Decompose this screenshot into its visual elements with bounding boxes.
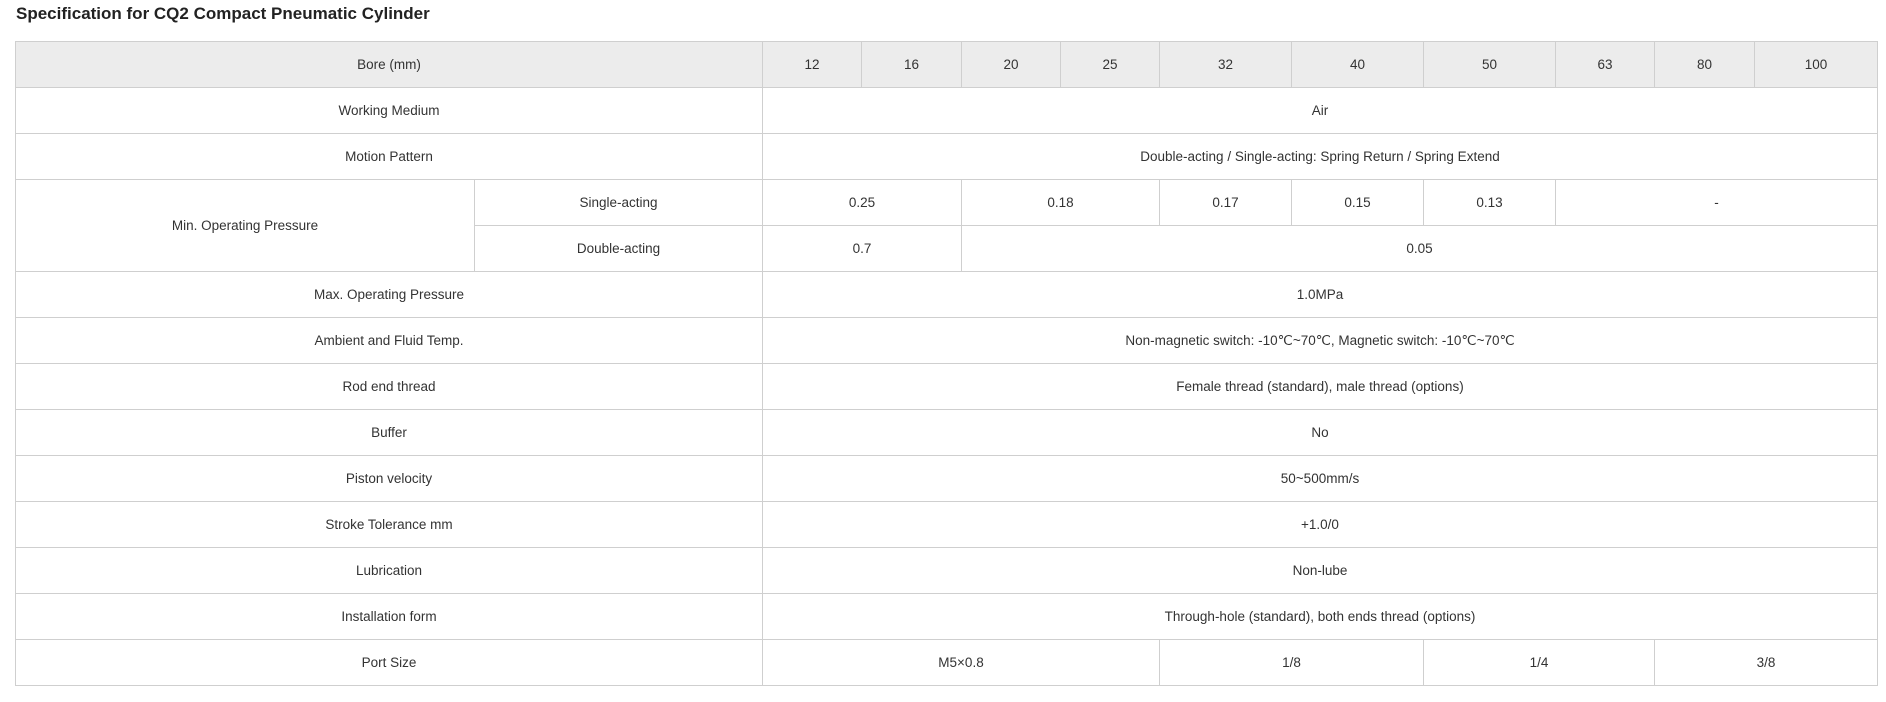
bore-cell: 100 [1754, 41, 1878, 88]
table-row: Port Size M5×0.8 1/8 1/4 3/8 [15, 639, 1878, 686]
row-value: 50~500mm/s [762, 455, 1878, 502]
row-sublabel: Single-acting [474, 179, 763, 226]
row-label: Piston velocity [15, 455, 763, 502]
port-size-value: 3/8 [1654, 639, 1878, 686]
row-label: Installation form [15, 593, 763, 640]
table-row: Ambient and Fluid Temp. Non-magnetic swi… [15, 317, 1878, 364]
row-label: Port Size [15, 639, 763, 686]
table-row: Max. Operating Pressure 1.0MPa [15, 271, 1878, 318]
table-row: Piston velocity 50~500mm/s [15, 455, 1878, 502]
row-value: 1.0MPa [762, 271, 1878, 318]
row-value: Air [762, 87, 1878, 134]
pressure-value: 0.17 [1159, 179, 1292, 226]
row-label: Lubrication [15, 547, 763, 594]
row-label: Motion Pattern [15, 133, 763, 180]
row-label: Buffer [15, 409, 763, 456]
pressure-value: - [1555, 179, 1878, 226]
spec-table: Bore (mm) 12 16 20 25 32 40 50 63 80 100… [15, 41, 1878, 686]
row-value: No [762, 409, 1878, 456]
row-label: Rod end thread [15, 363, 763, 410]
bore-cell: 20 [961, 41, 1061, 88]
port-size-value: M5×0.8 [762, 639, 1160, 686]
table-row: Rod end thread Female thread (standard),… [15, 363, 1878, 410]
table-row: Lubrication Non-lube [15, 547, 1878, 594]
bore-cell: 80 [1654, 41, 1755, 88]
bore-cell: 50 [1423, 41, 1556, 88]
table-row: Buffer No [15, 409, 1878, 456]
pressure-value: 0.7 [762, 225, 962, 272]
bore-cell: 40 [1291, 41, 1424, 88]
bore-cell: 16 [861, 41, 962, 88]
pressure-value: 0.13 [1423, 179, 1556, 226]
row-label: Stroke Tolerance mm [15, 501, 763, 548]
row-value: Double-acting / Single-acting: Spring Re… [762, 133, 1878, 180]
row-value: Through-hole (standard), both ends threa… [762, 593, 1878, 640]
row-value: Non-magnetic switch: -10℃~70℃, Magnetic … [762, 317, 1878, 364]
bore-cell: 12 [762, 41, 862, 88]
table-row: Motion Pattern Double-acting / Single-ac… [15, 133, 1878, 180]
pressure-value: 0.15 [1291, 179, 1424, 226]
page-title: Specification for CQ2 Compact Pneumatic … [16, 4, 430, 23]
row-value: Female thread (standard), male thread (o… [762, 363, 1878, 410]
table-row: Working Medium Air [15, 87, 1878, 134]
row-sublabel: Double-acting [474, 225, 763, 272]
table-row: Stroke Tolerance mm +1.0/0 [15, 501, 1878, 548]
row-label: Ambient and Fluid Temp. [15, 317, 763, 364]
bore-cell: 25 [1060, 41, 1160, 88]
bore-header-label: Bore (mm) [15, 41, 763, 88]
port-size-value: 1/4 [1423, 639, 1655, 686]
table-row: Installation form Through-hole (standard… [15, 593, 1878, 640]
table-row: Min. Operating Pressure Single-acting 0.… [15, 179, 1878, 272]
row-label: Working Medium [15, 87, 763, 134]
pressure-value: 0.25 [762, 179, 962, 226]
row-label: Min. Operating Pressure [15, 179, 475, 272]
port-size-value: 1/8 [1159, 639, 1424, 686]
row-value: Non-lube [762, 547, 1878, 594]
row-value: +1.0/0 [762, 501, 1878, 548]
table-header-row: Bore (mm) 12 16 20 25 32 40 50 63 80 100 [15, 41, 1878, 88]
pressure-value: 0.05 [961, 225, 1878, 272]
bore-cell: 63 [1555, 41, 1655, 88]
bore-cell: 32 [1159, 41, 1292, 88]
row-label: Max. Operating Pressure [15, 271, 763, 318]
pressure-value: 0.18 [961, 179, 1160, 226]
